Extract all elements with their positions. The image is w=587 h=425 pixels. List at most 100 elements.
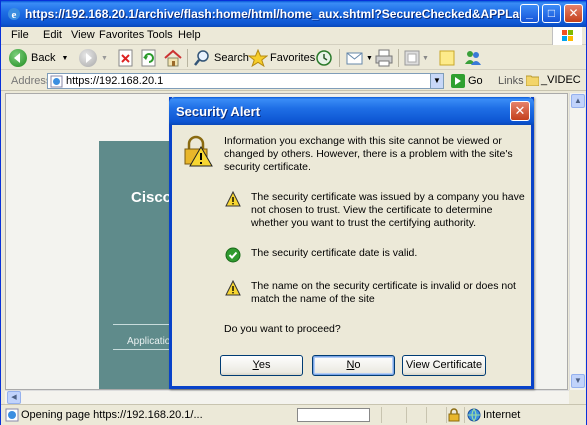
padlock-warning-icon <box>184 135 213 167</box>
status-bar: Opening page https://192.168.20.1/... In… <box>1 404 586 425</box>
internet-explorer-icon: e <box>8 8 20 21</box>
security-zone: Internet <box>483 409 521 421</box>
menu-file[interactable]: File <box>11 29 29 41</box>
progress-bar <box>297 408 370 422</box>
dialog-titlebar[interactable]: Security Alert ✕ <box>169 97 534 125</box>
mail-button[interactable]: ▼ <box>345 48 373 68</box>
toolbar-separator <box>339 49 340 67</box>
lock-icon <box>448 408 460 422</box>
no-button[interactable]: No <box>312 355 395 376</box>
page-icon <box>50 75 63 88</box>
star-icon <box>248 49 268 67</box>
home-icon <box>164 49 182 67</box>
warning-icon <box>225 191 241 207</box>
stop-icon <box>118 49 133 67</box>
toolbar-separator <box>187 49 188 67</box>
minimize-button[interactable]: _ <box>520 4 539 23</box>
status-separator <box>446 407 447 423</box>
scroll-down-icon[interactable]: ▼ <box>571 374 585 388</box>
history-button[interactable] <box>315 48 333 68</box>
page-loading-icon <box>5 408 19 422</box>
back-dropdown-icon: ▼ <box>61 54 69 62</box>
menu-tools[interactable]: Tools <box>147 29 173 41</box>
menu-bar: File Edit View Favorites Tools Help <box>1 27 586 45</box>
back-arrow-icon <box>9 49 27 67</box>
status-text: Opening page https://192.168.20.1/... <box>21 409 203 421</box>
dialog-item-untrusted-issuer: The security certificate was issued by a… <box>251 191 525 229</box>
favorites-button[interactable]: Favorites <box>248 48 315 68</box>
forward-arrow-icon <box>79 49 97 67</box>
address-label: Address <box>11 75 52 87</box>
printer-icon <box>375 49 393 67</box>
security-alert-dialog: Security Alert ✕ Information you exchang… <box>169 97 534 389</box>
note-icon <box>439 50 455 66</box>
go-label: Go <box>468 75 483 87</box>
yes-button[interactable]: Yes <box>220 355 303 376</box>
folder-icon <box>526 75 539 86</box>
dialog-intro: Information you exchange with this site … <box>224 135 513 173</box>
status-separator <box>464 407 465 423</box>
back-button[interactable]: Back ▼ <box>9 48 68 68</box>
globe-icon <box>467 408 481 422</box>
history-icon <box>316 50 332 66</box>
edit-dropdown-icon: ▼ <box>422 54 429 62</box>
back-label: Back <box>31 52 56 64</box>
windows-logo-icon <box>552 27 582 45</box>
address-dropdown-icon[interactable]: ▼ <box>430 74 443 88</box>
dialog-item-name-mismatch: The name on the security certificate is … <box>251 280 516 305</box>
menu-favorites[interactable]: Favorites <box>99 29 144 41</box>
messenger-button[interactable] <box>463 48 483 68</box>
messenger-icon <box>465 51 481 65</box>
svg-text:e: e <box>12 9 17 21</box>
scroll-left-icon[interactable]: ◀ <box>7 391 21 404</box>
dialog-body: Information you exchange with this site … <box>172 125 531 386</box>
dialog-close-button[interactable]: ✕ <box>510 101 530 121</box>
go-button[interactable]: Go <box>451 74 483 88</box>
address-bar: Address https://192.168.20.1 ▼ Go Links … <box>1 71 586 91</box>
home-button[interactable] <box>163 48 183 68</box>
standard-toolbar: Back ▼ ▼ Search Favorites ▼ ▼ <box>1 46 586 70</box>
edit-page-button[interactable]: ▼ <box>403 48 429 68</box>
discuss-button[interactable] <box>438 48 456 68</box>
refresh-icon <box>141 49 156 67</box>
menu-edit[interactable]: Edit <box>43 29 62 41</box>
menu-help[interactable]: Help <box>178 29 201 41</box>
links-label[interactable]: Links <box>498 75 524 87</box>
maximize-button[interactable]: □ <box>542 4 561 23</box>
search-button[interactable]: Search <box>193 48 249 68</box>
checkmark-icon <box>225 247 241 263</box>
address-input[interactable]: https://192.168.20.1 ▼ <box>47 73 444 89</box>
mail-icon <box>346 52 363 65</box>
toolbar-separator <box>398 49 399 67</box>
status-separator <box>381 407 382 423</box>
edit-icon <box>404 50 420 66</box>
mail-dropdown-icon: ▼ <box>366 54 373 62</box>
window-titlebar[interactable]: e https://192.168.20.1/archive/flash:hom… <box>1 1 586 27</box>
refresh-button[interactable] <box>140 48 158 68</box>
links-item-label: _VIDEC <box>541 74 581 86</box>
address-value: https://192.168.20.1 <box>66 75 164 87</box>
forward-button[interactable]: ▼ <box>79 48 108 68</box>
dialog-title: Security Alert <box>176 104 261 119</box>
dialog-item-date-valid: The security certificate date is valid. <box>251 247 418 259</box>
status-separator <box>426 407 427 423</box>
print-button[interactable] <box>374 48 394 68</box>
close-button[interactable]: ✕ <box>564 4 583 23</box>
forward-dropdown-icon: ▼ <box>101 54 108 62</box>
status-separator <box>406 407 407 423</box>
favorites-label: Favorites <box>270 52 316 64</box>
vertical-scrollbar[interactable]: ▲ ▼ <box>569 93 585 390</box>
page-brand: Cisco <box>131 189 172 206</box>
go-arrow-icon <box>451 74 465 88</box>
scroll-up-icon[interactable]: ▲ <box>571 94 585 108</box>
horizontal-scrollbar[interactable]: ◀ <box>5 390 569 404</box>
search-icon <box>194 50 209 66</box>
links-item[interactable]: _VIDEC <box>526 74 581 86</box>
search-label: Search <box>214 52 249 64</box>
stop-button[interactable] <box>117 48 135 68</box>
view-certificate-button[interactable]: View Certificate <box>402 355 486 376</box>
window-title: https://192.168.20.1/archive/flash:home/… <box>25 7 525 21</box>
dialog-question: Do you want to proceed? <box>224 323 341 335</box>
warning-icon <box>225 280 241 296</box>
menu-view[interactable]: View <box>71 29 95 41</box>
